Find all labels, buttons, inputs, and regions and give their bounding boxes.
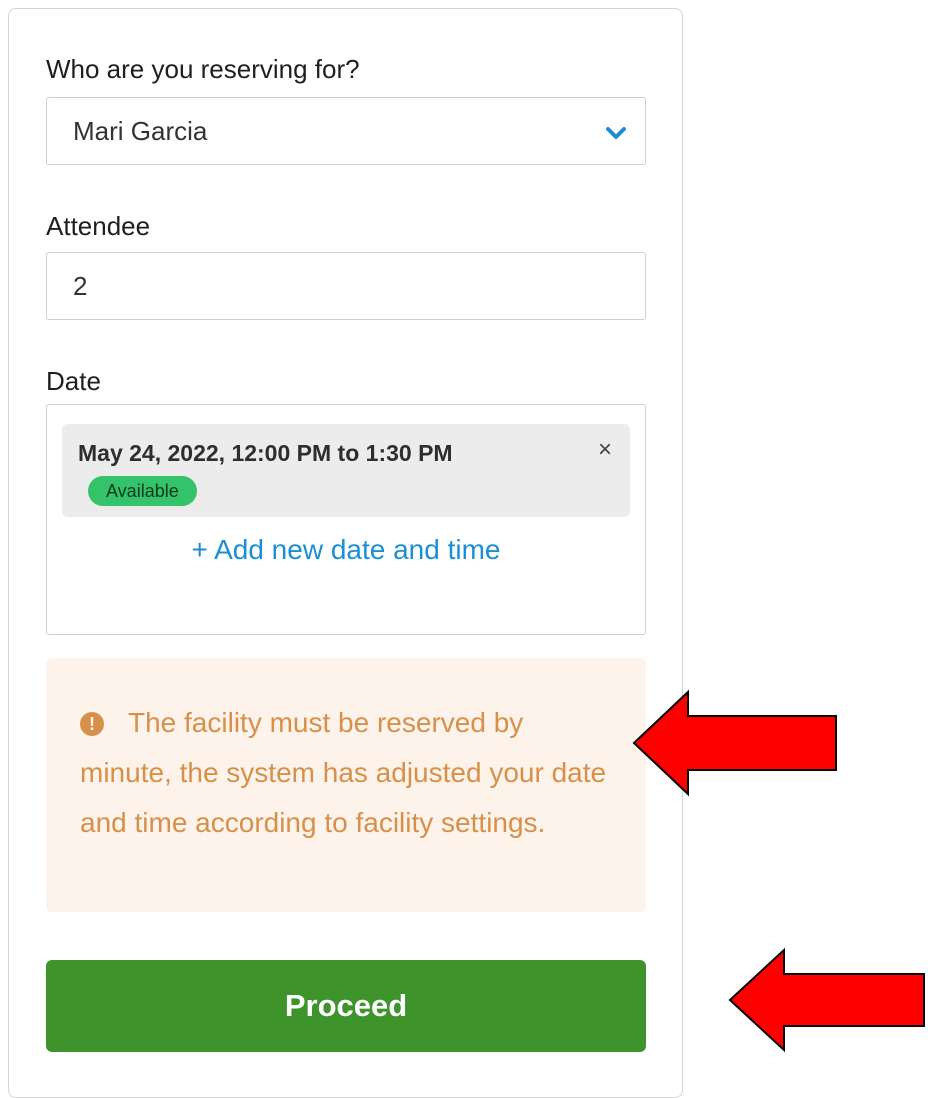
proceed-button[interactable]: Proceed: [46, 960, 646, 1052]
add-date-link[interactable]: + Add new date and time: [46, 534, 646, 566]
attendee-label: Attendee: [46, 211, 151, 241]
alert-message: The facility must be reserved by minute,…: [80, 707, 607, 838]
reserving-for-value: Mari Garcia: [73, 116, 208, 146]
chevron-down-icon: [606, 127, 626, 139]
date-entry-text: May 24, 2022, 12:00 PM to 1:30 PM: [78, 440, 453, 466]
reserving-for-select[interactable]: Mari Garcia: [46, 97, 646, 165]
exclamation-circle-icon: !: [80, 712, 104, 736]
reserving-for-label: Who are you reserving for?: [46, 54, 360, 84]
facility-alert: ! The facility must be reserved by minute…: [46, 658, 646, 912]
date-label: Date: [46, 366, 101, 396]
status-badge: Available: [88, 476, 197, 506]
close-icon[interactable]: ×: [598, 436, 612, 464]
red-arrow-icon: [632, 689, 837, 797]
date-entry: May 24, 2022, 12:00 PM to 1:30 PM × Avai…: [62, 424, 630, 517]
attendee-value: 2: [73, 271, 88, 301]
attendee-input[interactable]: 2: [46, 252, 646, 320]
red-arrow-icon: [728, 947, 925, 1053]
